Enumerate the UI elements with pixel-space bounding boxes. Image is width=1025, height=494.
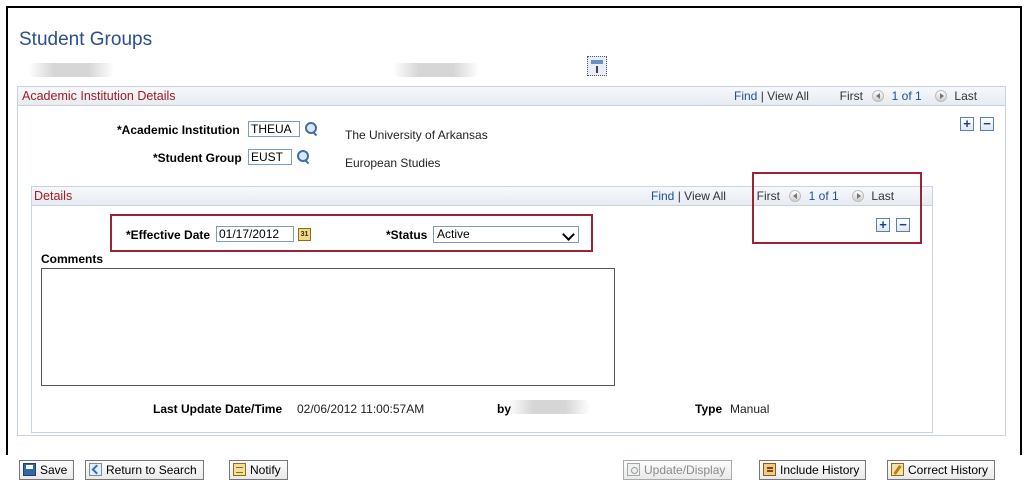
redacted-field <box>28 63 114 77</box>
notify-label: Notify <box>250 463 281 477</box>
type-value: Manual <box>730 402 770 416</box>
student-group-description: European Studies <box>345 156 441 170</box>
academic-institution-label: *Academic Institution <box>117 123 240 137</box>
status-select[interactable]: Active <box>433 226 579 243</box>
update-display-icon <box>627 463 640 476</box>
add-row-button[interactable]: + <box>876 218 890 232</box>
chevron-down-icon <box>562 228 575 241</box>
last-label: Last <box>954 89 978 103</box>
separator: | <box>760 89 764 103</box>
notify-icon <box>233 463 246 476</box>
update-display-button[interactable]: Update/Display <box>623 460 733 480</box>
calendar-icon[interactable]: 31 <box>298 228 311 241</box>
save-icon <box>23 463 36 476</box>
academic-institution-description: The University of Arkansas <box>345 128 488 142</box>
view-all-link[interactable]: View All <box>684 189 726 203</box>
comments-label: Comments <box>41 252 104 266</box>
save-label: Save <box>40 463 68 477</box>
type-label: Type <box>695 402 723 416</box>
next-icon[interactable] <box>935 90 948 102</box>
student-group-input[interactable]: EUST <box>248 149 292 165</box>
add-row-button[interactable]: + <box>960 117 974 131</box>
previous-icon[interactable] <box>872 90 885 102</box>
section-title: Details <box>34 189 73 203</box>
correct-history-icon <box>891 463 904 476</box>
return-icon <box>89 463 102 476</box>
include-history-button[interactable]: Include History <box>759 460 867 480</box>
new-window-icon[interactable] <box>587 56 607 76</box>
academic-institution-header: Academic Institution Details Find | View… <box>17 86 1006 106</box>
delete-row-button[interactable]: − <box>896 218 910 232</box>
navigation-highlight <box>752 172 922 244</box>
correct-history-button[interactable]: Correct History <box>887 460 996 480</box>
return-to-search-button[interactable]: Return to Search <box>85 460 204 480</box>
first-label: First <box>839 89 863 103</box>
lookup-icon[interactable] <box>295 149 311 165</box>
academic-institution-input[interactable]: THEUA <box>248 121 300 137</box>
row-count: 1 of 1 <box>891 89 922 103</box>
lookup-icon[interactable] <box>303 121 319 137</box>
status-label: *Status <box>386 228 428 242</box>
redacted-user <box>508 400 590 414</box>
return-to-search-label: Return to Search <box>106 463 197 477</box>
student-group-label: *Student Group <box>153 151 242 165</box>
view-all-link[interactable]: View All <box>767 89 809 103</box>
effective-date-input[interactable]: 01/17/2012 <box>216 226 294 242</box>
update-display-label: Update/Display <box>644 463 726 477</box>
status-value: Active <box>437 227 470 241</box>
find-link[interactable]: Find <box>651 189 674 203</box>
notify-button[interactable]: Notify <box>229 460 288 480</box>
save-button[interactable]: Save <box>19 460 75 480</box>
last-update-label: Last Update Date/Time <box>153 402 283 416</box>
include-history-icon <box>763 463 776 476</box>
delete-row-button[interactable]: − <box>980 117 994 131</box>
correct-history-label: Correct History <box>908 463 989 477</box>
effective-date-label: *Effective Date <box>126 228 211 242</box>
section-title: Academic Institution Details <box>22 89 176 103</box>
last-update-value: 02/06/2012 11:00:57AM <box>297 402 425 416</box>
page-title: Student Groups <box>19 29 153 50</box>
find-link[interactable]: Find <box>734 89 757 103</box>
grid-navigation: Find | View All First 1 of 1 Last <box>734 89 977 103</box>
comments-textarea[interactable] <box>41 268 615 386</box>
separator: | <box>677 189 681 203</box>
include-history-label: Include History <box>780 463 860 477</box>
redacted-field <box>393 63 479 77</box>
